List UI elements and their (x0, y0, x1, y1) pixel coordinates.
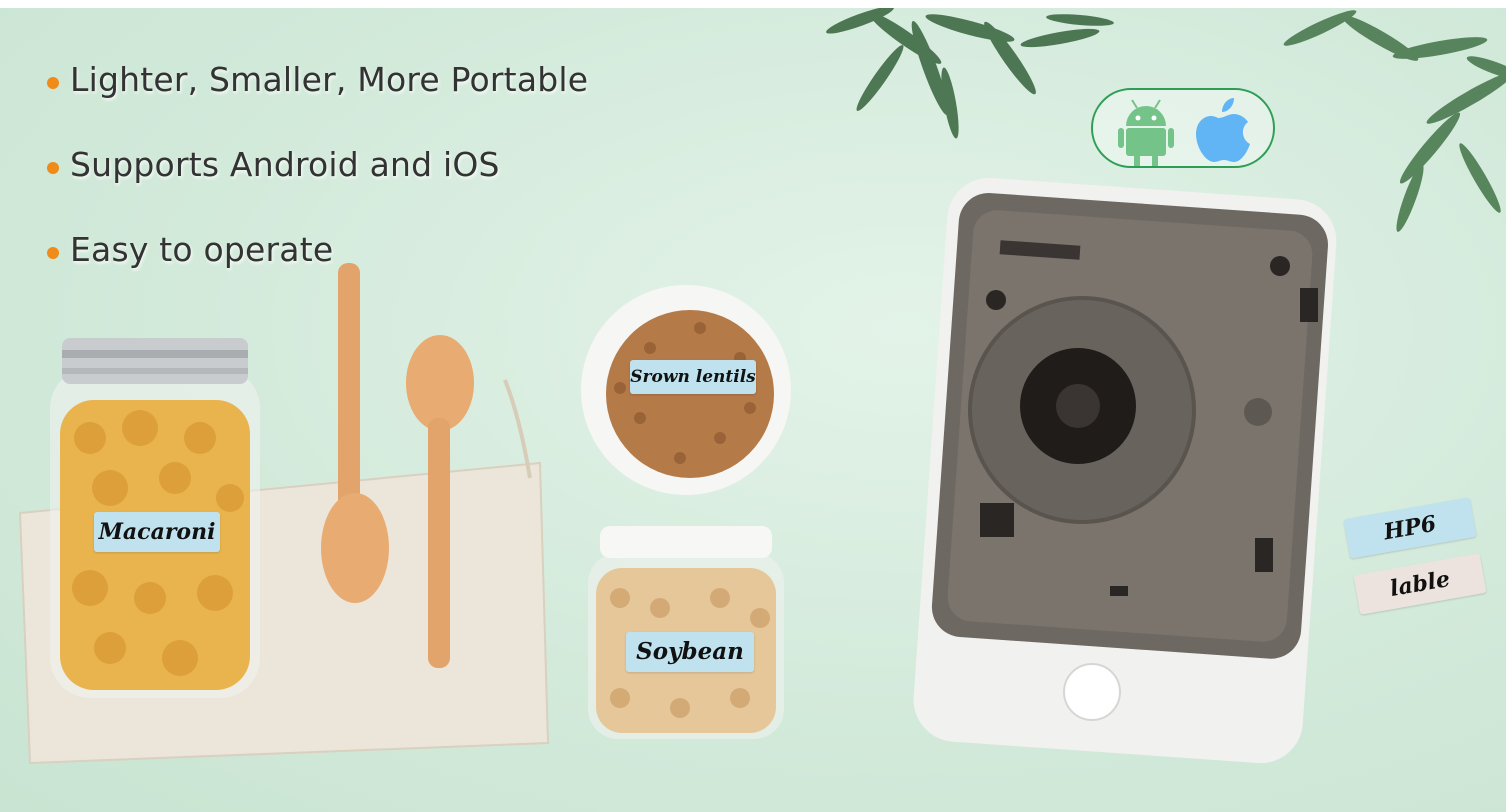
feature-text: Easy to operate (70, 230, 334, 269)
olive-leaves-left (826, 8, 1114, 139)
olive-leaves-right (1283, 10, 1506, 232)
feature-text: Lighter, Smaller, More Portable (70, 60, 589, 99)
bullet-dot (47, 77, 59, 89)
product-banner: Lighter, Smaller, More Portable Supports… (0, 8, 1506, 812)
feature-text: Supports Android and iOS (70, 145, 500, 184)
macaroni-label: Macaroni (94, 512, 220, 552)
label-printer (913, 177, 1337, 764)
os-support-badge (1091, 88, 1275, 168)
feature-list: Lighter, Smaller, More Portable Supports… (44, 58, 588, 313)
bullet-dot (47, 247, 59, 259)
feature-item: Supports Android and iOS (44, 143, 588, 228)
soybean-label: Soybean (626, 632, 754, 672)
bullet-dot (47, 162, 59, 174)
lentils-label: Srown lentils (630, 360, 756, 394)
feature-item: Easy to operate (44, 228, 588, 313)
feature-item: Lighter, Smaller, More Portable (44, 58, 588, 143)
